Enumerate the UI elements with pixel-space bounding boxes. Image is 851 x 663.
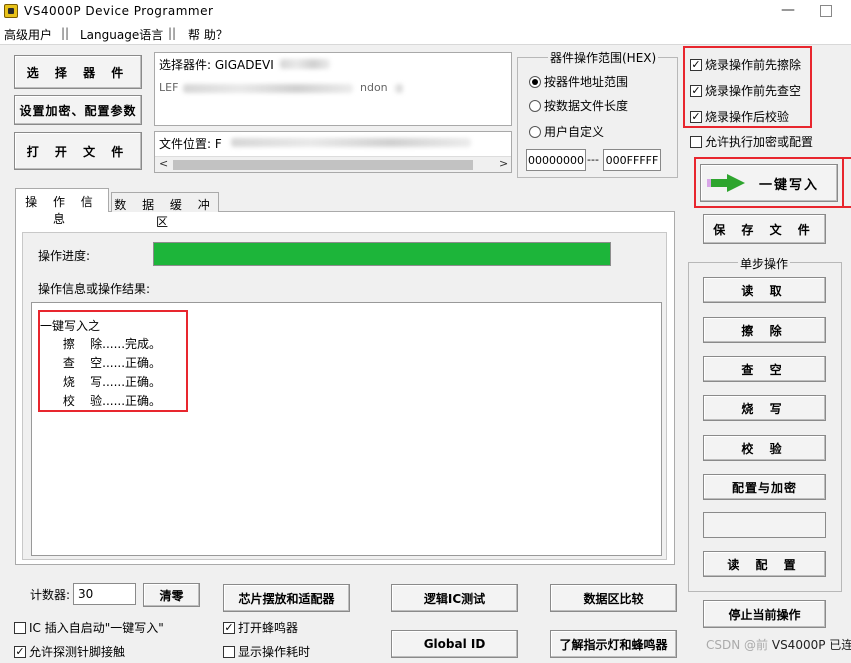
file-horizontal-scrollbar[interactable]: < > [155, 156, 511, 172]
redacted-text [231, 138, 471, 147]
minimize-button[interactable]: — [775, 2, 801, 22]
menu-help[interactable]: 帮 助？ [188, 26, 228, 43]
config-encrypt-button[interactable]: 配置与加密 [703, 474, 826, 500]
checkbox-icon[interactable] [690, 135, 702, 148]
file-label: 文件位置: F [159, 137, 222, 151]
read-config-button[interactable]: 读 配 置 [703, 551, 826, 577]
chip-placement-button[interactable]: 芯片摆放和适配器 [223, 584, 350, 612]
start-address-field[interactable]: 00000000 [526, 149, 586, 171]
operation-range-title: 器件操作范围(HEX) [548, 49, 659, 66]
radio-icon[interactable] [529, 125, 541, 138]
menu-separator: || [61, 26, 70, 40]
clear-counter-button[interactable]: 清零 [143, 583, 200, 607]
address-dash: --- [587, 153, 599, 166]
menu-language[interactable]: Language语言 [80, 26, 163, 43]
blank-check-button[interactable]: 查 空 [703, 356, 826, 382]
device-info-box: 选择器件: GIGADEVI LEF ndon [154, 52, 512, 126]
device-line2-suffix: ndon [360, 81, 388, 94]
menu-separator: || [168, 26, 177, 40]
progress-label: 操作进度: [38, 249, 91, 263]
checkmark-icon[interactable]: ✓ [223, 621, 235, 634]
global-id-button[interactable]: Global ID [391, 630, 518, 658]
set-encryption-button[interactable]: 设置加密、配置参数 [14, 95, 142, 125]
checkbox-label: 显示操作耗时 [238, 645, 311, 659]
progress-fill [154, 243, 610, 265]
checkbox-label: 打开蜂鸣器 [238, 621, 299, 635]
highlight-edge [844, 206, 851, 208]
logic-ic-test-button[interactable]: 逻辑IC测试 [391, 584, 518, 612]
menu-bar: 高级用户 || Language语言 || 帮 助？ [0, 24, 851, 44]
window-title: VS4000P Device Programmer [24, 4, 214, 18]
counter-field[interactable]: 30 [73, 583, 136, 605]
status-text: VS4000P 已连接 [771, 638, 851, 652]
checkbox-label: IC 插入自启动"一键写入" [29, 621, 164, 635]
menu-advanced-user[interactable]: 高级用户 [4, 26, 52, 43]
empty-button[interactable] [703, 512, 826, 538]
range-option-label: 按器件地址范围 [544, 75, 629, 89]
range-option-device-address[interactable]: 按器件地址范围 [529, 73, 628, 90]
range-option-custom[interactable]: 用户自定义 [529, 123, 604, 140]
data-compare-button[interactable]: 数据区比较 [550, 584, 677, 612]
redacted-text [395, 84, 403, 93]
checkbox-icon[interactable] [14, 621, 26, 634]
title-bar: VS4000P Device Programmer — [0, 0, 851, 24]
ic-autostart-checkbox[interactable]: IC 插入自启动"一键写入" [14, 619, 164, 636]
watermark-text: CSDN @前 [706, 638, 769, 652]
progress-bar [153, 242, 611, 266]
device-label: 选择器件: GIGADEVI [159, 58, 274, 72]
one-key-highlight-box [694, 157, 844, 208]
show-time-checkbox[interactable]: 显示操作耗时 [223, 643, 310, 660]
maximize-button[interactable] [820, 5, 832, 17]
options-highlight-box [683, 46, 812, 128]
log-label: 操作信息或操作结果: [38, 282, 151, 296]
radio-icon[interactable] [529, 99, 541, 112]
scrollbar-thumb[interactable] [173, 160, 473, 170]
open-file-button[interactable]: 打 开 文 件 [14, 132, 142, 170]
file-info-box: 文件位置: F < > [154, 131, 512, 173]
checkbox-label: 允许探测针脚接触 [29, 645, 126, 659]
highlight-edge [844, 157, 851, 159]
erase-button[interactable]: 擦 除 [703, 317, 826, 343]
device-line2-prefix: LEF [159, 81, 179, 94]
range-option-file-length[interactable]: 按数据文件长度 [529, 97, 628, 114]
scroll-left-icon[interactable]: < [159, 157, 168, 170]
tab-operation-info[interactable]: 操 作 信 息 [15, 188, 109, 226]
allow-encrypt-checkbox[interactable]: 允许执行加密或配置 [690, 133, 813, 150]
single-step-group [688, 262, 842, 592]
single-step-title: 单步操作 [738, 255, 791, 272]
redacted-text [280, 59, 330, 69]
checkmark-icon[interactable]: ✓ [14, 645, 26, 658]
radio-selected-icon[interactable] [529, 75, 541, 88]
program-button[interactable]: 烧 写 [703, 395, 826, 421]
checkbox-icon[interactable] [223, 645, 235, 658]
learn-lights-buzzer-button[interactable]: 了解指示灯和蜂鸣器 [550, 630, 677, 658]
app-icon [4, 4, 18, 18]
save-file-button[interactable]: 保 存 文 件 [703, 214, 826, 244]
log-highlight-box [38, 310, 188, 412]
redacted-text [183, 84, 353, 93]
connection-status: CSDN @前 VS4000P 已连接 [706, 636, 851, 653]
tab-data-buffer[interactable]: 数 据 缓 冲 区 [111, 192, 219, 229]
counter-label: 计数器: [30, 588, 71, 602]
read-button[interactable]: 读 取 [703, 277, 826, 303]
scroll-right-icon[interactable]: > [499, 157, 508, 170]
select-device-button[interactable]: 选 择 器 件 [14, 55, 142, 89]
checkbox-label: 允许执行加密或配置 [705, 135, 814, 149]
allow-probe-checkbox[interactable]: ✓ 允许探测针脚接触 [14, 643, 125, 660]
verify-button[interactable]: 校 验 [703, 435, 826, 461]
end-address-field[interactable]: 000FFFFF [603, 149, 661, 171]
range-option-label: 按数据文件长度 [544, 99, 629, 113]
range-option-label: 用户自定义 [544, 125, 605, 139]
open-buzzer-checkbox[interactable]: ✓ 打开蜂鸣器 [223, 619, 298, 636]
stop-operation-button[interactable]: 停止当前操作 [703, 600, 826, 628]
